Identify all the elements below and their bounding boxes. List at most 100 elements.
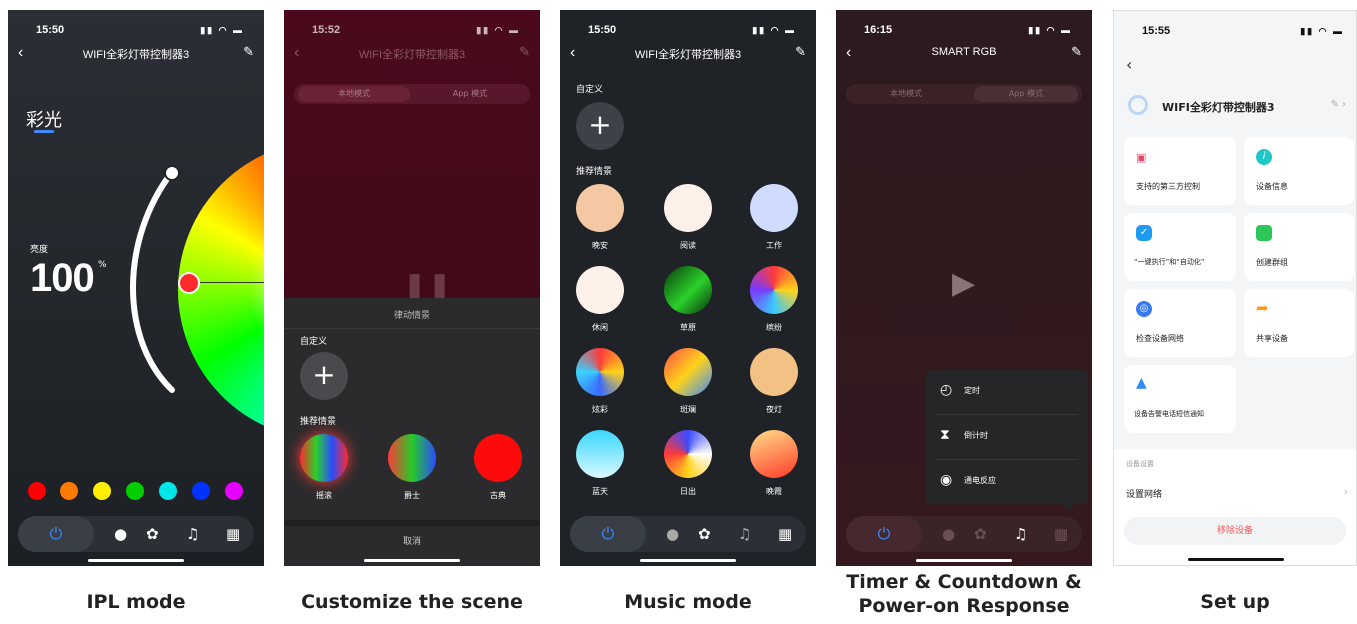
automation-icon: ✓: [1136, 225, 1152, 241]
phone-screen-ipl: 15:50 ▮▮ ◠ ▬ ‹ WIFI全彩灯带控制器3 ✎ 彩光 亮度 100 …: [8, 10, 264, 566]
power-on-icon: ◉: [940, 472, 953, 488]
power-button[interactable]: ⏻: [18, 516, 94, 552]
timer-menu: ◴ 定时 ⧗ 倒计时 ◉ 通电反应: [926, 370, 1088, 504]
edit-icon[interactable]: ✎: [1071, 44, 1082, 60]
swatch-cyan[interactable]: [159, 482, 177, 500]
status-time: 16:15: [864, 24, 893, 36]
status-bar: 15:55 ▮▮ ◠ ▬: [1114, 25, 1356, 41]
recommend-label: 推荐情景: [576, 167, 613, 177]
tile-share-device[interactable]: ➦ 共享设备: [1244, 289, 1354, 357]
cancel-button[interactable]: 取消: [284, 534, 540, 547]
power-button[interactable]: ⏻: [570, 516, 646, 552]
tab-local-mode[interactable]: 本地模式: [298, 86, 410, 102]
network-settings-row[interactable]: 设置网络 ›: [1114, 479, 1356, 507]
status-time: 15:52: [312, 24, 341, 36]
scene-rock[interactable]: [300, 434, 348, 482]
scene-grassland[interactable]: [664, 266, 712, 314]
scene-variegated[interactable]: [664, 348, 712, 396]
scene-leisure[interactable]: [576, 266, 624, 314]
edit-icon[interactable]: ✎: [519, 44, 530, 60]
swatch-orange[interactable]: [60, 482, 78, 500]
group-icon: [1256, 225, 1272, 241]
caption-scene: Customize the scene: [301, 591, 523, 613]
tile-device-info[interactable]: i 设备信息: [1244, 137, 1354, 205]
tile-third-party[interactable]: ▣ 支持的第三方控制: [1124, 137, 1236, 205]
network-icon: ◎: [1136, 301, 1152, 317]
custom-label: 自定义: [576, 85, 604, 95]
nav-bar: ‹ WIFI全彩灯带控制器3 ✎: [560, 44, 816, 64]
tab-app-mode[interactable]: App 模式: [974, 86, 1078, 102]
scene-classic[interactable]: [474, 434, 522, 482]
power-button[interactable]: ⏻: [846, 516, 922, 552]
palette-icon[interactable]: ✿: [146, 525, 159, 543]
info-icon: i: [1256, 149, 1272, 165]
add-scene-button[interactable]: +: [300, 352, 348, 400]
menu-power-on[interactable]: ◉ 通电反应: [926, 460, 1088, 504]
sheet-divider: [284, 328, 540, 329]
scene-jazz[interactable]: [388, 434, 436, 482]
share-icon: ➦: [1256, 299, 1269, 317]
menu-timer[interactable]: ◴ 定时: [926, 370, 1088, 414]
scene-colorful[interactable]: [750, 266, 798, 314]
back-icon[interactable]: ‹: [294, 44, 299, 62]
mode-tabs: 本地模式 App 模式: [846, 84, 1082, 104]
menu-power-on-label: 通电反应: [964, 476, 996, 485]
swatch-magenta[interactable]: [225, 482, 243, 500]
scene-sunrise[interactable]: [664, 430, 712, 478]
grid-icon[interactable]: ▦: [226, 525, 240, 543]
tile-automation[interactable]: ✓ “一键执行”和“自动化”: [1124, 213, 1236, 281]
tile-create-group[interactable]: 创建群组: [1244, 213, 1354, 281]
status-time: 15:55: [1142, 25, 1171, 37]
scene-blue-sky-label: 蓝天: [592, 487, 608, 496]
edit-name-icon[interactable]: ✎ ›: [1330, 99, 1346, 110]
tile-create-group-label: 创建群组: [1256, 258, 1288, 267]
section-label: 设备设置: [1126, 460, 1154, 468]
scene-sheet: 律动情景 自定义 + 推荐情景 摇滚 爵士 古典 取消: [284, 298, 540, 566]
music-icon[interactable]: ♫: [1014, 525, 1027, 543]
add-scene-button[interactable]: +: [576, 102, 624, 150]
third-party-icon: ▣: [1136, 151, 1147, 164]
tile-alerts[interactable]: ▲ 设备告警电话短信通知: [1124, 365, 1236, 433]
tile-network-check[interactable]: ◎ 检查设备网络: [1124, 289, 1236, 357]
phone-screen-setup: 15:55 ▮▮ ◠ ▬ ‹ WIFI全彩灯带控制器3 ✎ › ▣ 支持的第三方…: [1113, 10, 1357, 566]
grid-icon[interactable]: ▦: [778, 525, 792, 543]
tile-alerts-label: 设备告警电话短信通知: [1134, 410, 1204, 418]
scene-work[interactable]: [750, 184, 798, 232]
palette-icon[interactable]: ✿: [974, 525, 987, 543]
scene-good-night[interactable]: [576, 184, 624, 232]
status-time: 15:50: [588, 24, 617, 36]
play-icon[interactable]: ▶: [952, 266, 975, 301]
scene-sunset-glow[interactable]: [750, 430, 798, 478]
tab-local-mode[interactable]: 本地模式: [850, 86, 962, 102]
menu-countdown[interactable]: ⧗ 倒计时: [926, 415, 1088, 459]
music-icon[interactable]: ♫: [186, 525, 199, 543]
settings-section: 设备设置 设置网络 › 移除设备: [1114, 449, 1356, 565]
back-icon[interactable]: ‹: [570, 44, 575, 62]
back-icon[interactable]: ‹: [846, 44, 851, 62]
menu-countdown-label: 倒计时: [964, 431, 988, 440]
palette-icon[interactable]: ✿: [698, 525, 711, 543]
scene-dazzle[interactable]: [576, 348, 624, 396]
swatch-yellow[interactable]: [93, 482, 111, 500]
swatch-red[interactable]: [28, 482, 46, 500]
tile-device-info-label: 设备信息: [1256, 182, 1288, 191]
scene-night-light[interactable]: [750, 348, 798, 396]
grid-icon[interactable]: ▦: [1054, 525, 1068, 543]
swatch-green[interactable]: [126, 482, 144, 500]
status-icons: ▮▮ ◠ ▬: [752, 25, 796, 35]
bulb-icon[interactable]: ●: [666, 525, 679, 543]
status-bar: 15:52 ▮▮ ◠ ▬: [284, 24, 540, 40]
color-picker-handle[interactable]: [178, 272, 200, 294]
bulb-icon[interactable]: ●: [942, 525, 955, 543]
music-icon[interactable]: ♫: [738, 525, 751, 543]
scene-blue-sky[interactable]: [576, 430, 624, 478]
color-picker-line: [200, 282, 264, 283]
back-icon[interactable]: ‹: [1126, 55, 1132, 74]
scene-reading[interactable]: [664, 184, 712, 232]
tab-app-mode[interactable]: App 模式: [414, 86, 526, 102]
bulb-icon[interactable]: ●: [114, 525, 127, 543]
status-bar: 16:15 ▮▮ ◠ ▬: [836, 24, 1092, 40]
remove-device-button[interactable]: 移除设备: [1124, 517, 1346, 545]
edit-icon[interactable]: ✎: [795, 44, 806, 60]
swatch-blue[interactable]: [192, 482, 210, 500]
